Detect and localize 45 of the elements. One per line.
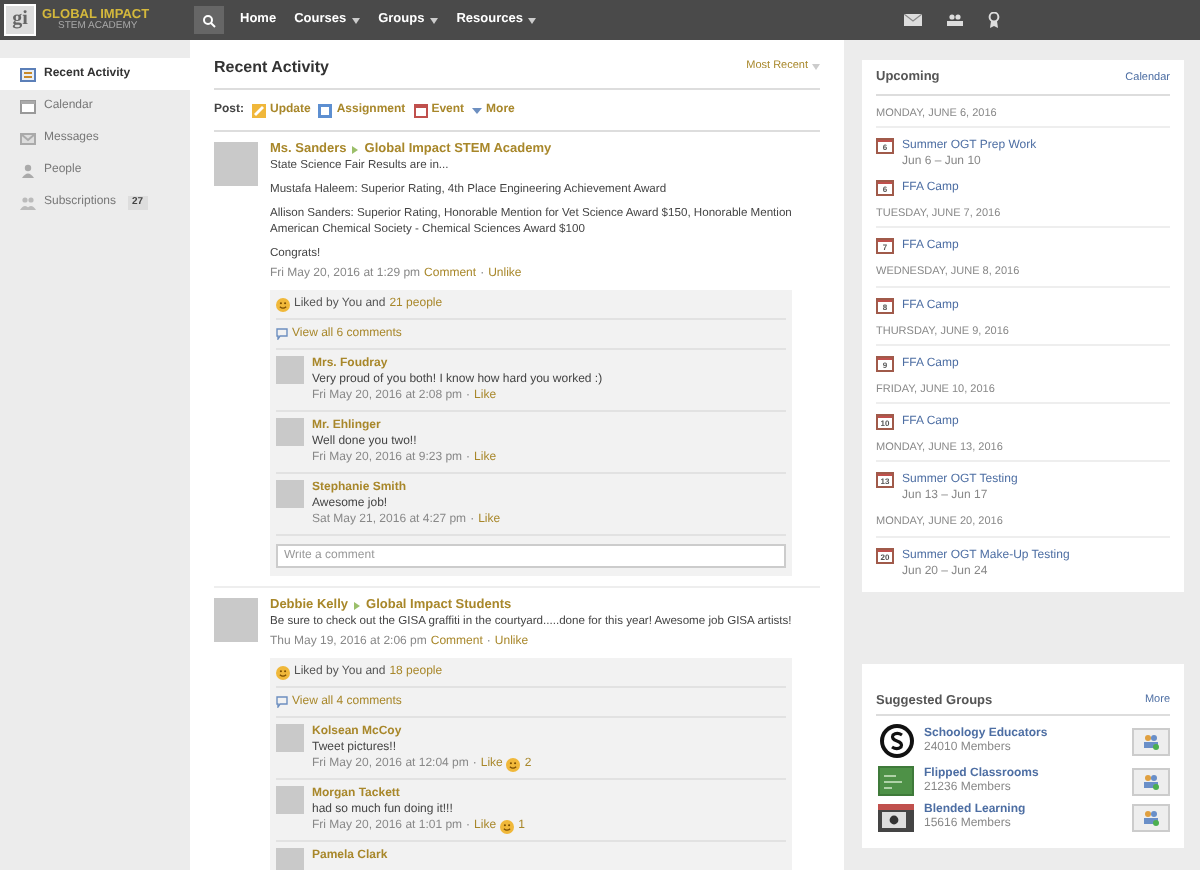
avatar-placeholder (276, 848, 304, 870)
caret-icon (812, 64, 820, 70)
search-button[interactable] (194, 6, 224, 34)
caret-icon (528, 17, 537, 23)
avatar-placeholder (214, 142, 258, 186)
caret-icon (472, 107, 483, 113)
search-icon (202, 13, 216, 27)
calendar-icon (413, 103, 428, 117)
people-add-icon (1142, 733, 1160, 750)
monitor-icon (878, 804, 914, 833)
people-add-icon (1142, 773, 1160, 790)
envelope-icon[interactable] (904, 14, 922, 26)
speech-bubble-icon (276, 328, 288, 340)
calendar-icon (20, 99, 36, 113)
join-group-button[interactable] (1132, 727, 1170, 756)
smiley-icon (276, 297, 290, 311)
logo-mark: gi (4, 4, 36, 36)
envelope-icon (20, 131, 36, 145)
arrow-icon (354, 602, 361, 610)
letter-s-logo-icon (879, 724, 913, 759)
arrow-icon (352, 146, 359, 154)
avatar-placeholder (214, 598, 258, 642)
caret-icon (352, 17, 361, 23)
document-icon (318, 103, 333, 117)
people-icon (20, 195, 36, 209)
note-icon (252, 103, 266, 117)
chalkboard-icon (878, 766, 914, 797)
avatar-placeholder (276, 480, 304, 508)
list-icon (20, 67, 36, 81)
ribbon-icon[interactable] (988, 12, 1000, 28)
speech-bubble-icon (276, 696, 288, 708)
join-group-button[interactable] (1132, 767, 1170, 796)
avatar-placeholder (276, 786, 304, 814)
feed-title: Recent Activity (214, 55, 329, 79)
smiley-icon (500, 819, 515, 833)
join-group-button[interactable] (1132, 804, 1170, 833)
avatar-placeholder (276, 356, 304, 384)
smiley-icon (506, 757, 521, 771)
avatar-placeholder (276, 724, 304, 752)
caret-icon (430, 17, 439, 23)
person-icon (20, 163, 36, 177)
smiley-icon (276, 665, 290, 679)
people-icon[interactable] (946, 14, 964, 26)
people-add-icon (1142, 810, 1160, 827)
avatar-placeholder (276, 418, 304, 446)
